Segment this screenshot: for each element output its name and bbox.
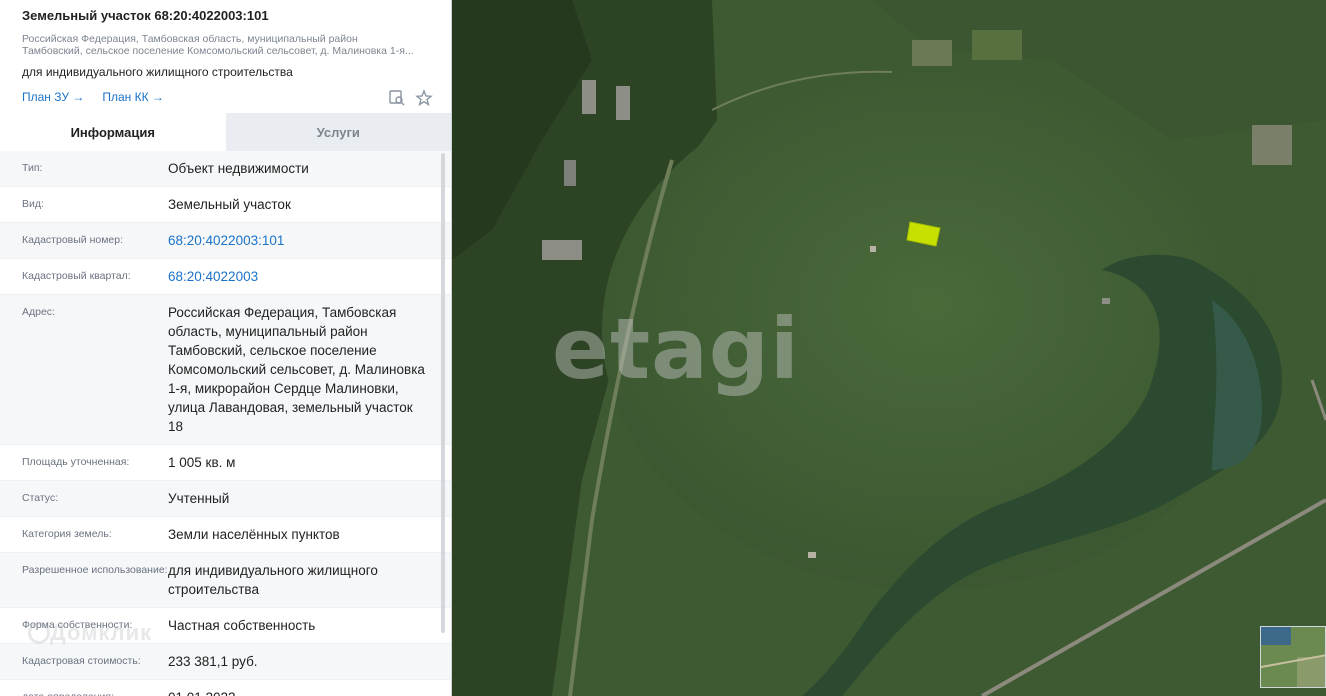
page-title: Земельный участок 68:20:4022003:101 <box>22 8 269 23</box>
row-value: Объект недвижимости <box>168 161 309 176</box>
row-label: Кадастровая стоимость: <box>22 655 141 667</box>
panel-header: Земельный участок 68:20:4022003:101 Росс… <box>0 0 451 113</box>
row-value: 233 381,1 руб. <box>168 654 258 669</box>
satellite-imagery <box>452 0 1326 696</box>
info-panel: Земельный участок 68:20:4022003:101 Росс… <box>0 0 452 696</box>
row-status: Статус: Учтенный <box>0 481 451 517</box>
row-value: Частная собственность <box>168 618 316 633</box>
row-label: Вид: <box>22 198 44 210</box>
row-label: Форма собственности: <box>22 619 133 631</box>
cadastral-quarter-link[interactable]: 68:20:4022003 <box>168 267 426 286</box>
row-label: Кадастровый номер: <box>22 234 124 246</box>
row-label: Кадастровый квартал: <box>22 270 131 282</box>
row-value: Учтенный <box>168 491 230 506</box>
row-label: Адрес: <box>22 306 55 318</box>
search-plot-icon[interactable] <box>388 89 406 107</box>
plan-links: План ЗУ → План КК → <box>22 89 433 107</box>
row-value: 1 005 кв. м <box>168 455 236 470</box>
permitted-use-summary: для индивидуального жилищного строительс… <box>22 65 293 79</box>
layer-switcher-thumbnail[interactable] <box>1260 626 1326 688</box>
info-table: Тип: Объект недвижимости Вид: Земельный … <box>0 151 451 696</box>
panel-scrollbar[interactable] <box>441 153 445 633</box>
plan-kk-link[interactable]: План КК → <box>102 90 164 104</box>
row-value: 01.01.2022 <box>168 688 426 696</box>
short-address-line-2: Тамбовский, сельское поселение Комсомоль… <box>22 45 414 57</box>
row-valuation-date: дата определения: 01.01.2022 <box>0 680 451 696</box>
satellite-map[interactable]: etagi <box>452 0 1326 696</box>
row-permitted-use: Разрешенное использование: для индивидуа… <box>0 553 451 608</box>
row-ownership: Форма собственности: Частная собственнос… <box>0 608 451 644</box>
tab-services[interactable]: Услуги <box>225 113 451 151</box>
row-label: дата определения: <box>22 688 168 696</box>
row-label: Тип: <box>22 162 43 174</box>
row-cadastral-value: Кадастровая стоимость: 233 381,1 руб. <box>0 644 451 680</box>
row-label: Разрешенное использование: <box>22 564 168 576</box>
row-land-category: Категория земель: Земли населённых пункт… <box>0 517 451 553</box>
short-address-line-1: Российская Федерация, Тамбовская область… <box>22 33 358 45</box>
row-value: Земли населённых пунктов <box>168 527 340 542</box>
row-value: для индивидуального жилищного строительс… <box>168 563 378 597</box>
tab-information[interactable]: Информация <box>0 113 226 151</box>
row-cadastral-number: Кадастровый номер: 68:20:4022003:101 <box>0 223 451 259</box>
row-label: Площадь уточненная: <box>22 456 130 468</box>
row-area: Площадь уточненная: 1 005 кв. м <box>0 445 451 481</box>
row-value: Российская Федерация, Тамбовская область… <box>168 305 425 434</box>
row-kind: Вид: Земельный участок <box>0 187 451 223</box>
row-cadastral-quarter: Кадастровый квартал: 68:20:4022003 <box>0 259 451 295</box>
star-icon[interactable] <box>415 89 433 107</box>
row-type: Тип: Объект недвижимости <box>0 151 451 187</box>
plan-zu-link[interactable]: План ЗУ → <box>22 90 84 104</box>
row-value: Земельный участок <box>168 197 291 212</box>
tab-bar: Информация Услуги <box>0 113 451 151</box>
cadastral-number-link[interactable]: 68:20:4022003:101 <box>168 231 426 250</box>
row-label: Статус: <box>22 492 59 504</box>
row-address: Адрес: Российская Федерация, Тамбовская … <box>0 295 451 445</box>
row-label: Категория земель: <box>22 528 112 540</box>
